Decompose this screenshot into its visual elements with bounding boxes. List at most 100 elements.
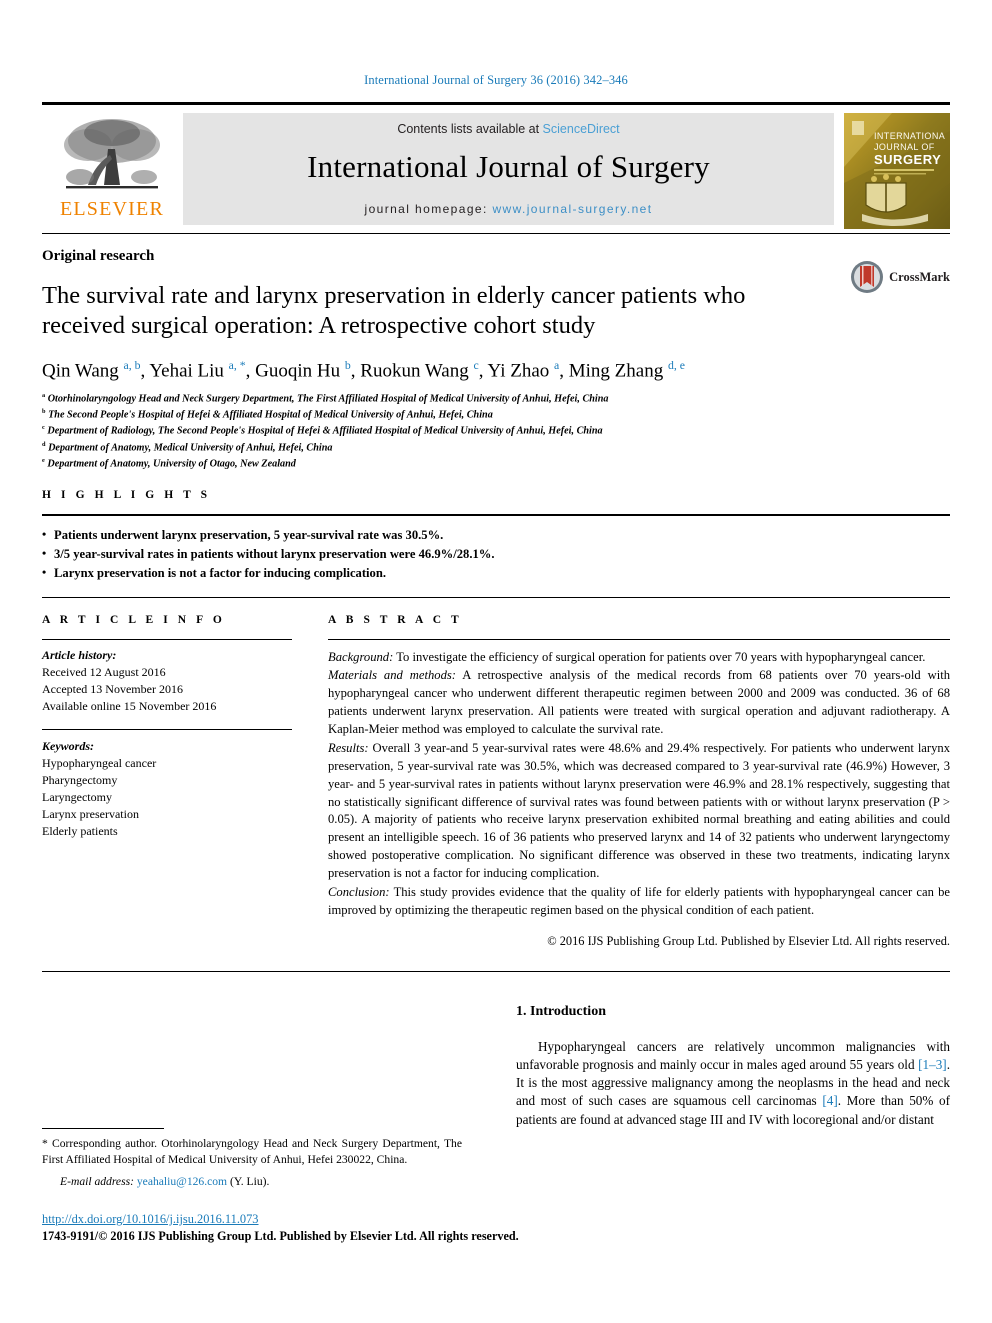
history-line: Received 12 August 2016 (42, 664, 166, 679)
elsevier-tree-icon (64, 119, 160, 189)
affiliation-item: d Department of Anatomy, Medical Univers… (42, 440, 950, 456)
abstract-section: Conclusion: This study provides evidence… (328, 884, 950, 920)
homepage-prefix: journal homepage: (364, 202, 493, 216)
history-line: Available online 15 November 2016 (42, 698, 217, 713)
body-column-right: 1. Introduction Hypopharyngeal cancers a… (516, 1004, 950, 1304)
journal-masthead: ELSEVIER Contents lists available at Sci… (42, 102, 950, 234)
author-affiliation-mark: d, e (667, 358, 685, 372)
highlight-item: 3/5 year-survival rates in patients with… (42, 544, 950, 564)
abstract-sections: Background: To investigate the efficienc… (328, 649, 950, 920)
abstract-column: A B S T R A C T Background: To investiga… (328, 614, 950, 949)
sciencedirect-link[interactable]: ScienceDirect (543, 122, 620, 136)
abstract-section: Background: To investigate the efficienc… (328, 649, 950, 667)
affiliation-item: a Otorhinolaryngology Head and Neck Surg… (42, 391, 950, 407)
keyword-item: Larynx preservation (42, 806, 139, 821)
author-separator: , (350, 360, 361, 382)
contents-available-line: Contents lists available at ScienceDirec… (397, 122, 619, 136)
article-info-column: A R T I C L E I N F O Article history: R… (42, 614, 292, 949)
doi-link[interactable]: http://dx.doi.org/10.1016/j.ijsu.2016.11… (42, 1212, 742, 1227)
crossmark-label: CrossMark (889, 269, 950, 284)
crossmark-badge[interactable]: CrossMark (850, 260, 950, 294)
article-info-label: A R T I C L E I N F O (42, 613, 226, 626)
email-label: E-mail address: (60, 1174, 134, 1188)
crossmark-icon (851, 261, 884, 293)
email-suffix: (Y. Liu). (229, 1174, 270, 1188)
abstract-section-text: This study provides evidence that the qu… (328, 884, 950, 917)
keywords-label: Keywords: (42, 738, 94, 753)
article-history-label: Article history: (42, 647, 117, 662)
journal-homepage-line: journal homepage: www.journal-surgery.ne… (365, 202, 653, 216)
abstract-section-text: To investigate the efficiency of surgica… (393, 649, 926, 664)
keyword-item: Laryngectomy (42, 789, 112, 804)
footnote-email-line: E-mail address: yeahaliu@126.com (Y. Liu… (42, 1175, 462, 1188)
elsevier-wordmark: ELSEVIER (59, 198, 165, 220)
keyword-item: Elderly patients (42, 823, 118, 838)
affiliation-item: c Department of Radiology, The Second Pe… (42, 423, 950, 439)
history-line: Accepted 13 November 2016 (42, 681, 183, 696)
running-head: International Journal of Surgery 36 (201… (364, 73, 628, 87)
affiliation-text: Department of Radiology, The Second Peop… (44, 425, 603, 437)
author-name: Ming Zhang (568, 360, 668, 382)
svg-text:INTERNATIONA: INTERNATIONA (874, 131, 945, 141)
affiliation-item: b The Second People's Hospital of Hefei … (42, 407, 950, 423)
highlight-item: Patients underwent larynx preservation, … (42, 525, 950, 545)
keywords-block: Keywords: Hypopharyngeal cancer Pharyngec… (42, 728, 292, 840)
author-affiliation-mark: a, b (123, 358, 141, 372)
paper-page: International Journal of Surgery 36 (201… (0, 0, 992, 1323)
highlights-body: Patients underwent larynx preservation, … (42, 516, 950, 597)
highlight-item: Larynx preservation is not a factor for … (42, 563, 950, 583)
highlights-section: H I G H L I G H T S (42, 472, 950, 501)
author-name: Guoqin Hu (255, 360, 345, 382)
intro-heading: 1. Introduction (516, 1003, 606, 1019)
author-name: Yi Zhao (487, 360, 555, 382)
keyword-item: Hypopharyngeal cancer (42, 755, 157, 770)
page-title: The survival rate and larynx preservatio… (42, 282, 746, 339)
keyword-lines: Hypopharyngeal cancer Pharyngectomy Laryng… (42, 755, 292, 840)
corresponding-author-footnote: * Corresponding author. Otorhinolaryngol… (42, 1128, 462, 1188)
homepage-url-link[interactable]: www.journal-surgery.net (492, 202, 652, 216)
author-affiliation-mark: a, * (228, 358, 246, 372)
affiliation-text: The Second People's Hospital of Hefei & … (45, 409, 493, 421)
abstract-divider (328, 638, 950, 640)
footnote-text: * Corresponding author. Otorhinolaryngol… (42, 1137, 462, 1166)
affiliation-item: e Department of Anatomy, University of O… (42, 456, 950, 472)
abstract-section-text: Overall 3 year-and 5 year-survival rates… (328, 740, 950, 881)
journal-title: International Journal of Surgery (307, 149, 710, 184)
author-list: Qin Wang a, b, Yehai Liu a, *, Guoqin Hu… (42, 359, 950, 382)
issn-copyright-line: 1743-9191/© 2016 IJS Publishing Group Lt… (42, 1229, 519, 1243)
intro-paragraph: Hypopharyngeal cancers are relatively un… (516, 1038, 950, 1129)
abstract-section-heading: Materials and methods: (328, 668, 456, 683)
abstract-section: Materials and methods: A retrospective a… (328, 667, 950, 739)
abstract-section: Results: Overall 3 year-and 5 year-survi… (328, 740, 950, 883)
page-footer: http://dx.doi.org/10.1016/j.ijsu.2016.11… (42, 1212, 742, 1244)
highlights-label: H I G H L I G H T S (42, 488, 211, 501)
author-separator: , (140, 360, 150, 382)
email-link[interactable]: yeahaliu@126.com (137, 1175, 227, 1188)
cover-image: INTERNATIONA JOURNAL OF SURGERY (844, 113, 950, 229)
citation-ref-1[interactable]: [1–3] (918, 1057, 947, 1072)
highlights-items: Patients underwent larynx preservation, … (42, 516, 950, 597)
affiliation-text: Otorhinolaryngology Head and Neck Surger… (45, 393, 609, 405)
author-separator: , (245, 360, 256, 382)
affiliation-text: Department of Anatomy, Medical Universit… (45, 441, 333, 453)
footnote-rule (42, 1128, 164, 1129)
article-kind: Original research (42, 248, 155, 264)
affiliation-list: a Otorhinolaryngology Head and Neck Surg… (42, 391, 950, 472)
article-info-divider (42, 638, 292, 640)
contents-prefix: Contents lists available at (397, 122, 543, 136)
abstract-label: A B S T R A C T (328, 613, 463, 626)
author-separator: , (478, 360, 488, 382)
svg-text:SURGERY: SURGERY (874, 152, 941, 167)
elsevier-logo: ELSEVIER (42, 105, 182, 233)
svg-text:JOURNAL OF: JOURNAL OF (874, 142, 935, 152)
author-separator: , (559, 360, 569, 382)
journal-cover-thumbnail: INTERNATIONA JOURNAL OF SURGERY (844, 111, 950, 229)
abstract-section-heading: Background: (328, 649, 394, 664)
citation-ref-2[interactable]: [4] (822, 1093, 837, 1108)
author-name: Qin Wang (42, 360, 124, 382)
info-abstract-region: A R T I C L E I N F O Article history: R… (42, 598, 950, 949)
article-history-lines: Received 12 August 2016 Accepted 13 Novem… (42, 664, 292, 715)
author-name: Yehai Liu (149, 360, 229, 382)
affiliation-text: Department of Anatomy, University of Ota… (44, 458, 296, 470)
keyword-item: Pharyngectomy (42, 772, 118, 787)
